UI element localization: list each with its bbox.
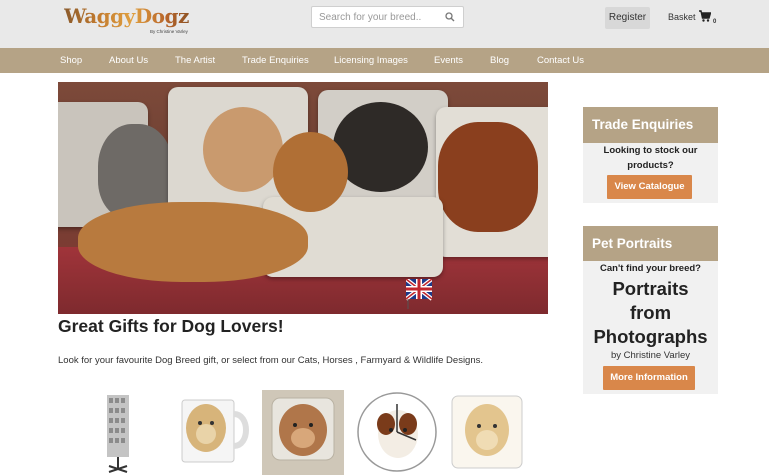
basket-count: 0 bbox=[713, 19, 717, 25]
view-catalogue-button[interactable]: View Catalogue bbox=[607, 175, 692, 199]
pet-portraits-panel: Pet Portraits Can't find your breed? Por… bbox=[583, 226, 718, 394]
trade-panel-line2: products? bbox=[627, 160, 674, 171]
dog-body bbox=[78, 202, 308, 282]
trade-panel-line1: Looking to stock our bbox=[603, 145, 698, 156]
site-logo[interactable]: WaggyDogz By Christine Varley bbox=[64, 4, 200, 38]
more-information-button[interactable]: More Information bbox=[603, 366, 695, 390]
site-header: WaggyDogz By Christine Varley Register B… bbox=[0, 0, 769, 48]
nav-licensing-images[interactable]: Licensing Images bbox=[334, 48, 408, 73]
portraits-question: Can't find your breed? bbox=[600, 263, 701, 274]
cart-icon[interactable] bbox=[699, 10, 711, 22]
intro-text: Look for your favourite Dog Breed gift, … bbox=[58, 355, 484, 366]
nav-shop[interactable]: Shop bbox=[60, 48, 82, 73]
product-mug[interactable] bbox=[180, 390, 250, 475]
portraits-line1: Portraits bbox=[612, 278, 689, 299]
chihuahua-face bbox=[203, 107, 283, 192]
nav-the-artist[interactable]: The Artist bbox=[175, 48, 215, 73]
register-button[interactable]: Register bbox=[605, 7, 650, 29]
search-icon[interactable] bbox=[445, 12, 455, 22]
product-coaster[interactable] bbox=[450, 390, 526, 475]
product-card-stand[interactable] bbox=[100, 390, 136, 475]
union-jack-flag bbox=[406, 279, 432, 309]
trade-enquiries-panel: Trade Enquiries Looking to stock our pro… bbox=[583, 107, 718, 203]
product-cushion[interactable] bbox=[262, 390, 344, 475]
nav-contact-us[interactable]: Contact Us bbox=[537, 48, 584, 73]
trade-panel-title: Trade Enquiries bbox=[583, 107, 718, 143]
page-heading: Great Gifts for Dog Lovers! bbox=[58, 316, 284, 336]
portraits-line2: from bbox=[629, 302, 672, 323]
nav-blog[interactable]: Blog bbox=[490, 48, 509, 73]
hero-image[interactable] bbox=[58, 82, 548, 314]
nav-about-us[interactable]: About Us bbox=[109, 48, 148, 73]
main-nav: Shop About Us The Artist Trade Enquiries… bbox=[0, 48, 769, 73]
portraits-line3: Photographs bbox=[593, 326, 708, 347]
basket-link[interactable]: Basket bbox=[668, 12, 696, 22]
product-clock[interactable] bbox=[356, 390, 438, 475]
nav-events[interactable]: Events bbox=[434, 48, 463, 73]
search-box bbox=[311, 6, 464, 28]
spaniel-face bbox=[438, 122, 538, 232]
search-input[interactable] bbox=[312, 7, 442, 27]
logo-text: WaggyDogz bbox=[64, 4, 200, 28]
nav-trade-enquiries[interactable]: Trade Enquiries bbox=[242, 48, 309, 73]
logo-subtitle: By Christine Varley bbox=[150, 29, 188, 34]
portraits-by-artist: by Christine Varley bbox=[610, 350, 691, 361]
portraits-panel-title: Pet Portraits bbox=[583, 226, 718, 261]
dog-head bbox=[273, 132, 348, 212]
